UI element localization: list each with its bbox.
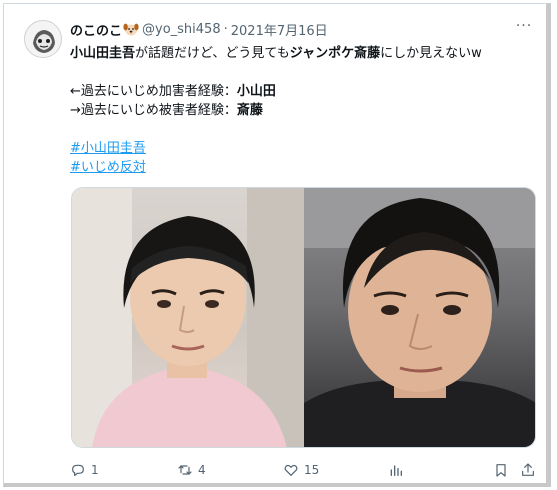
photo-left[interactable]: [72, 188, 304, 447]
bookmark-button[interactable]: [493, 460, 509, 480]
hashtag-line: #いじめ反対: [70, 158, 540, 177]
avatar-icon[interactable]: [24, 20, 62, 58]
line-value: 斎藤: [236, 103, 263, 118]
bookmark-icon: [496, 464, 506, 477]
line-label: ←過去にいじめ加害者経験：: [70, 84, 237, 99]
tweet-header: のこのこ @yo_shi458 · 2021年7月16日: [70, 18, 328, 40]
tweet-line-1: 小山田圭吾が話題だけど、どう見てもジャンポケ斎藤にしか見えないw: [70, 44, 540, 63]
reply-button[interactable]: 1: [70, 460, 99, 480]
photo-right[interactable]: [304, 188, 535, 447]
action-bar: 1 4 15: [70, 460, 540, 480]
like-count: 15: [304, 463, 320, 477]
bold-name-oyamada: 小山田圭吾: [70, 46, 136, 61]
tweet[interactable]: のこのこ @yo_shi458 · 2021年7月16日 ··· 小山田圭吾が話…: [4, 4, 546, 483]
display-name[interactable]: のこのこ: [70, 20, 122, 39]
retweet-icon: [178, 465, 192, 475]
like-button[interactable]: 15: [283, 460, 319, 480]
dog-emoji-icon: [123, 21, 139, 37]
hashtag-line: #小山田圭吾: [70, 139, 540, 158]
tweet-date[interactable]: 2021年7月16日: [231, 20, 328, 39]
tweet-line-3: →過去にいじめ被害者経験：斎藤: [70, 101, 540, 120]
analytics-icon: [390, 465, 402, 476]
bold-name-saito: ジャンポケ斎藤: [289, 46, 381, 61]
retweet-button[interactable]: 4: [177, 460, 206, 480]
reply-icon: [72, 464, 84, 476]
user-handle[interactable]: @yo_shi458: [142, 22, 221, 37]
more-options-icon[interactable]: ···: [512, 18, 536, 38]
share-button[interactable]: [520, 460, 536, 480]
tweet-line-2: ←過去にいじめ加害者経験：小山田: [70, 82, 540, 101]
views-button[interactable]: [388, 460, 404, 480]
separator-dot: ·: [223, 21, 228, 37]
text-segment: にしか見えないw: [380, 46, 482, 61]
screenshot-frame: のこのこ @yo_shi458 · 2021年7月16日 ··· 小山田圭吾が話…: [3, 3, 551, 487]
media-grid: [71, 187, 536, 448]
tweet-text: 小山田圭吾が話題だけど、どう見てもジャンポケ斎藤にしか見えないw ←過去にいじめ…: [70, 44, 540, 177]
text-segment: が話題だけど、どう見ても: [135, 46, 290, 61]
heart-icon: [284, 464, 298, 476]
share-icon: [522, 463, 534, 476]
reply-count: 1: [91, 463, 99, 477]
hashtag-link[interactable]: #いじめ反対: [70, 160, 146, 175]
line-value: 小山田: [236, 84, 276, 99]
line-label: →過去にいじめ被害者経験：: [70, 103, 237, 118]
retweet-count: 4: [198, 463, 206, 477]
hashtag-link[interactable]: #小山田圭吾: [70, 141, 146, 156]
